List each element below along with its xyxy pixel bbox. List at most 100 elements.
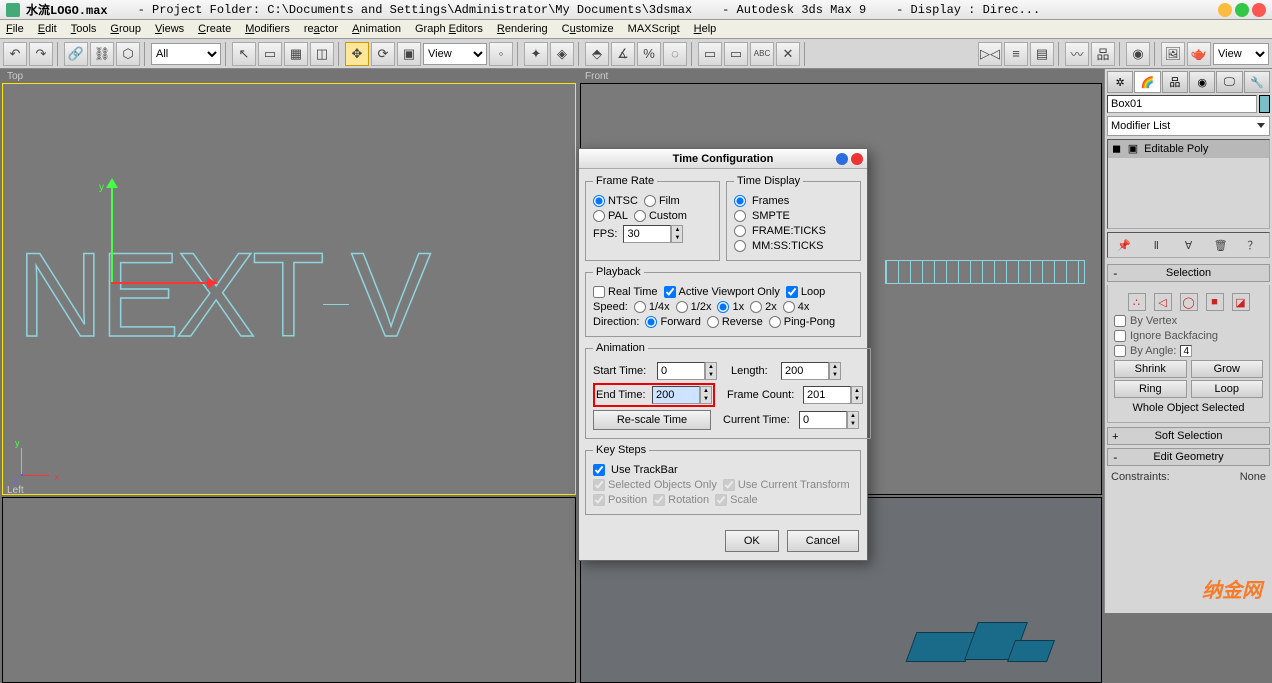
cancel-button[interactable]: Cancel (787, 530, 859, 552)
ntsc-radio[interactable]: NTSC (593, 195, 638, 207)
menu-help[interactable]: Help (694, 23, 717, 35)
menu-group[interactable]: Group (110, 23, 141, 35)
by-vertex-check[interactable]: By Vertex (1114, 315, 1263, 327)
bind-icon[interactable]: ⬡ (116, 42, 140, 66)
mmssticks-radio[interactable]: MM:SS:TICKS (734, 240, 853, 252)
by-angle-input[interactable] (1180, 345, 1192, 357)
keymode-icon[interactable]: ◈ (550, 42, 574, 66)
endtime-spinner[interactable]: ▲▼ (700, 386, 712, 404)
loop-check[interactable]: Loop (786, 286, 825, 298)
rescale-time-button[interactable]: Re-scale Time (593, 410, 711, 430)
menu-rendering[interactable]: Rendering (497, 23, 548, 35)
tab-display[interactable]: 🖵 (1216, 71, 1242, 93)
speed-12-radio[interactable]: 1/2x (676, 301, 712, 313)
undo-icon[interactable]: ↶ (3, 42, 27, 66)
schematic-icon[interactable]: 品 (1091, 42, 1115, 66)
framecount-spinner[interactable]: ▲▼ (851, 386, 863, 404)
grow-button[interactable]: Grow (1191, 360, 1264, 378)
modifier-list-select[interactable]: Modifier List (1107, 116, 1270, 136)
window-crossing-icon[interactable]: ◫ (310, 42, 334, 66)
snap-icon[interactable]: ⬘ (585, 42, 609, 66)
unlink-icon[interactable]: ⛓ (90, 42, 114, 66)
subobj-border-icon[interactable]: ◯ (1180, 293, 1198, 311)
by-angle-check[interactable] (1114, 345, 1126, 357)
select-icon[interactable]: ↖ (232, 42, 256, 66)
make-unique-icon[interactable]: ∀ (1179, 236, 1197, 254)
refcoord-select[interactable]: View (423, 43, 487, 65)
frameticks-radio[interactable]: FRAME:TICKS (734, 225, 853, 237)
stack-item-editable-poly[interactable]: ◼ ▣Editable Poly (1108, 140, 1269, 158)
speed-14-radio[interactable]: 1/4x (634, 301, 670, 313)
menu-modifiers[interactable]: Modifiers (245, 23, 290, 35)
psnap-icon[interactable]: % (637, 42, 661, 66)
forward-radio[interactable]: Forward (645, 316, 700, 328)
menu-customize[interactable]: Customize (562, 23, 614, 35)
shrink-button[interactable]: Shrink (1114, 360, 1187, 378)
layer-icon[interactable]: ▤ (1030, 42, 1054, 66)
length-spinner[interactable]: ▲▼ (829, 362, 841, 380)
frames-radio[interactable]: Frames (734, 195, 853, 207)
currenttime-input[interactable] (799, 411, 847, 429)
modifier-stack[interactable]: ◼ ▣Editable Poly (1107, 139, 1270, 229)
object-color-swatch[interactable] (1259, 95, 1270, 113)
rollout-selection-header[interactable]: -Selection (1107, 264, 1270, 282)
configure-icon[interactable]: ？ (1244, 236, 1262, 254)
abc-icon[interactable]: ABC (750, 42, 774, 66)
menu-views[interactable]: Views (155, 23, 184, 35)
render-preset-select[interactable]: View (1213, 43, 1269, 65)
subobj-edge-icon[interactable]: ◁ (1154, 293, 1172, 311)
menu-maxscript[interactable]: MAXScript (628, 23, 680, 35)
tab-motion[interactable]: ◉ (1189, 71, 1215, 93)
asnap-icon[interactable]: ∡ (611, 42, 635, 66)
tab-create[interactable]: ✲ (1107, 71, 1133, 93)
link-icon[interactable]: 🔗 (64, 42, 88, 66)
use-trackbar-check[interactable]: Use TrackBar (593, 464, 853, 476)
maximize-icon[interactable] (1235, 3, 1249, 17)
loop-button[interactable]: Loop (1191, 380, 1264, 398)
selection-filter-select[interactable]: All (151, 43, 221, 65)
rotate-icon[interactable]: ⟳ (371, 42, 395, 66)
material-icon[interactable]: ◉ (1126, 42, 1150, 66)
activeviewport-check[interactable]: Active Viewport Only (664, 286, 780, 298)
dialog-titlebar[interactable]: Time Configuration (579, 149, 867, 169)
dialog-close-icon[interactable] (851, 153, 863, 165)
currenttime-spinner[interactable]: ▲▼ (847, 411, 859, 429)
align-icon[interactable]: ≡ (1004, 42, 1028, 66)
remove-mod-icon[interactable]: 🗑 (1212, 236, 1230, 254)
quick-render-icon[interactable]: 🫖 (1187, 42, 1211, 66)
starttime-spinner[interactable]: ▲▼ (705, 362, 717, 380)
select-name-icon[interactable]: ▭ (258, 42, 282, 66)
fps-input[interactable] (623, 225, 671, 243)
close-icon[interactable] (1252, 3, 1266, 17)
select-region-icon[interactable]: ▦ (284, 42, 308, 66)
transform-gizmo[interactable]: y x (91, 184, 251, 364)
viewport-top[interactable]: Top NEXTV y x yxz (2, 83, 576, 495)
minimize-icon[interactable] (1218, 3, 1232, 17)
menu-tools[interactable]: Tools (71, 23, 97, 35)
curve-ed-icon[interactable]: 〰 (1065, 42, 1089, 66)
rollout-editgeom-header[interactable]: -Edit Geometry (1107, 448, 1270, 466)
render-scene-icon[interactable]: 🖼 (1161, 42, 1185, 66)
pivot-icon[interactable]: ◦ (489, 42, 513, 66)
endtime-input[interactable] (652, 386, 700, 404)
redo-icon[interactable]: ↷ (29, 42, 53, 66)
menu-reactor[interactable]: reactor (304, 23, 338, 35)
smpte-radio[interactable]: SMPTE (734, 210, 853, 222)
manip-icon[interactable]: ✦ (524, 42, 548, 66)
length-input[interactable] (781, 362, 829, 380)
object-name-input[interactable] (1107, 95, 1257, 113)
speed-2-radio[interactable]: 2x (750, 301, 777, 313)
scale-icon[interactable]: ▣ (397, 42, 421, 66)
menu-animation[interactable]: Animation (352, 23, 401, 35)
speed-1-radio[interactable]: 1x (717, 301, 744, 313)
nsel-icon[interactable]: ▭ (698, 42, 722, 66)
show-end-result-icon[interactable]: Ⅱ (1147, 236, 1165, 254)
fps-spinner[interactable]: ▲▼ (671, 225, 683, 243)
framecount-input[interactable] (803, 386, 851, 404)
pal-radio[interactable]: PAL (593, 210, 628, 222)
ring-button[interactable]: Ring (1114, 380, 1187, 398)
subobj-element-icon[interactable]: ◪ (1232, 293, 1250, 311)
ok-button[interactable]: OK (725, 530, 779, 552)
rollout-softsel-header[interactable]: +Soft Selection (1107, 427, 1270, 445)
mirror-icon[interactable]: ▷◁ (978, 42, 1002, 66)
